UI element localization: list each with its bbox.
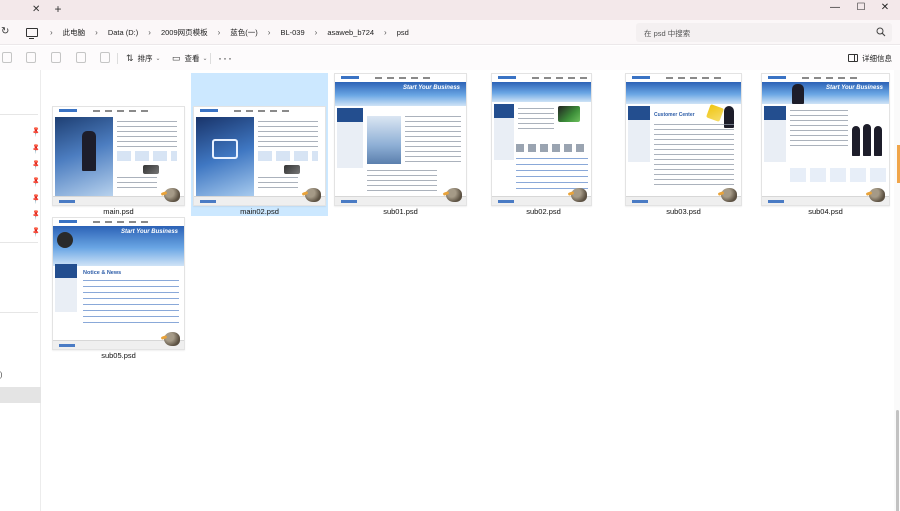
pin-icon[interactable]: 📌 [30,143,42,155]
delete-icon[interactable] [100,52,110,63]
sort-button[interactable]: ⇅ 排序 ⌄ [126,51,161,65]
banner-tag: Start Your Business [825,85,883,91]
breadcrumb-item[interactable]: 蓝色(一) [226,27,262,38]
file-item[interactable]: Customer Center sub03.psd [615,73,752,216]
paste-icon[interactable] [51,52,61,63]
file-thumbnail: Start Your Business Notice & News [52,217,185,350]
navigation-pane[interactable]: 📌 📌 📌 📌 📌 📌 📌 ) [0,70,42,511]
chevron-down-icon: ⌄ [202,55,208,62]
pin-icon[interactable]: 📌 [30,176,42,188]
pin-icon[interactable]: 📌 [30,209,42,221]
customer-center-text: Customer Center [654,112,695,118]
cut-icon[interactable] [2,52,12,63]
breadcrumb-item[interactable]: Data (D:) [104,28,142,37]
more-options-button[interactable]: ··· [218,51,233,65]
file-thumbnail [491,73,592,206]
view-label: 查看 [184,53,200,63]
breadcrumb-separator[interactable]: › [378,28,393,37]
breadcrumb-item[interactable]: BL-039 [276,28,308,37]
sort-label: 排序 [137,53,153,63]
nav-item-label[interactable]: ) [0,372,2,379]
file-name[interactable]: sub02.psd [475,207,612,216]
banner-tag: Start Your Business [120,229,178,235]
breadcrumb-separator[interactable]: › [142,28,157,37]
file-item-selected[interactable]: main02.psd [191,73,328,216]
rename-icon[interactable] [76,52,86,63]
file-name[interactable]: sub03.psd [615,207,752,216]
breadcrumb-separator[interactable]: › [309,28,324,37]
file-name[interactable]: sub04.psd [757,207,894,216]
pin-icon[interactable]: 📌 [30,193,42,205]
banner-tag: Start Your Business [402,85,460,91]
close-tab-icon[interactable]: ✕ [32,5,42,15]
maximize-button[interactable]: ☐ [848,0,874,16]
new-tab-button[interactable]: + [52,3,64,16]
pin-icon[interactable]: 📌 [30,159,42,171]
nav-item-selected[interactable] [0,387,41,403]
nav-divider [0,312,38,313]
breadcrumb-item[interactable]: asaweb_b724 [323,28,378,37]
file-name[interactable]: sub05.psd [50,351,187,360]
computer-icon [26,28,38,39]
file-item[interactable]: Start Your Business sub01.psd [332,73,469,216]
breadcrumb-separator[interactable]: › [262,28,277,37]
details-label: 详细信息 [862,53,892,63]
breadcrumb-separator[interactable]: › [89,28,104,37]
search-input[interactable]: 在 psd 中搜索 [644,28,690,39]
pin-icon[interactable]: 📌 [30,226,42,238]
view-icon: ▭ [172,52,181,63]
scrollbar-thumb[interactable] [896,410,899,511]
file-name[interactable]: sub01.psd [332,207,469,216]
pin-icon[interactable]: 📌 [30,126,42,138]
file-name[interactable]: main.psd [50,207,187,216]
file-name[interactable]: main02.psd [191,207,328,216]
file-item[interactable]: sub02.psd [475,73,612,216]
breadcrumb-item[interactable]: 2009网页模板 [157,27,212,38]
breadcrumb[interactable]: › 此电脑 › Data (D:) › 2009网页模板 › 蓝色(一) › B… [16,23,628,42]
file-item[interactable]: Start Your Business sub04.psd [757,73,894,216]
chevron-down-icon: ⌄ [155,55,161,62]
search-box[interactable]: 在 psd 中搜索 [636,23,892,42]
file-thumbnail: Start Your Business [334,73,467,206]
notice-news-text: Notice & News [83,270,122,276]
breadcrumb-item-current[interactable]: psd [393,28,413,37]
window-close-button[interactable]: ✕ [872,0,898,16]
sort-icon: ⇅ [126,52,134,63]
vertical-scrollbar[interactable] [894,70,900,511]
file-list[interactable]: main.psd main02.psd Start Your Business [42,70,894,511]
title-bar: ✕ + — ☐ ✕ [0,0,900,20]
breadcrumb-separator[interactable]: › [212,28,227,37]
file-thumbnail: Start Your Business [761,73,890,206]
command-bar: ⇅ 排序 ⌄ ▭ 查看 ⌄ ··· 详细信息 [0,46,900,70]
file-item[interactable]: Start Your Business Notice & News sub05.… [50,217,187,360]
copy-icon[interactable] [26,52,36,63]
file-thumbnail: Customer Center [625,73,742,206]
breadcrumb-item[interactable]: 此电脑 [59,27,90,38]
divider [210,53,211,64]
details-button[interactable]: 详细信息 [848,51,892,65]
file-thumbnail [193,106,326,206]
nav-divider [0,242,38,243]
divider [117,53,118,64]
address-bar: ↻ › 此电脑 › Data (D:) › 2009网页模板 › 蓝色(一) ›… [0,20,900,45]
minimize-button[interactable]: — [822,0,848,16]
details-pane-icon [848,54,858,62]
file-thumbnail [52,106,185,206]
refresh-icon[interactable]: ↻ [1,26,9,37]
file-item[interactable]: main.psd [50,73,187,216]
breadcrumb-separator[interactable]: › [44,28,59,37]
view-button[interactable]: ▭ 查看 ⌄ [172,51,208,65]
search-icon[interactable] [876,27,886,37]
nav-divider [0,114,38,115]
